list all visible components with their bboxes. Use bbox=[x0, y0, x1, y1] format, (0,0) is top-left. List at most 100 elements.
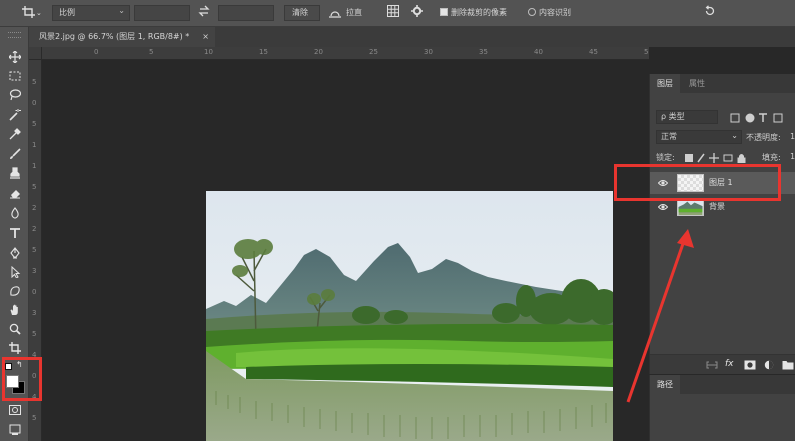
document-tab-bar: 风景2.jpg @ 66.7% (图层 1, RGB/8#) * × bbox=[29, 27, 795, 47]
delete-cropped-checkbox[interactable] bbox=[440, 8, 448, 16]
clear-button[interactable]: 清除 bbox=[284, 5, 320, 21]
straighten-button[interactable]: 拉直 bbox=[328, 5, 372, 21]
layer-filter-label: ρ 类型 bbox=[661, 112, 685, 121]
ruler-tick-label: 45 bbox=[589, 48, 598, 56]
paths-panel: 路径 bbox=[649, 375, 795, 441]
ruler-tick-label: 5 bbox=[32, 183, 37, 191]
toolbar-grip[interactable] bbox=[8, 32, 21, 38]
magic-wand-tool[interactable] bbox=[7, 107, 23, 123]
opacity-value[interactable]: 1 bbox=[790, 132, 795, 141]
blend-mode-select[interactable]: 正常 ⌄ bbox=[656, 130, 742, 144]
link-icon[interactable] bbox=[706, 361, 718, 369]
close-icon[interactable]: × bbox=[202, 27, 209, 47]
landscape-photo[interactable] bbox=[206, 191, 613, 441]
hand-icon bbox=[10, 304, 18, 315]
lock-all-icon[interactable] bbox=[737, 154, 746, 164]
lock-label: 锁定: bbox=[656, 153, 675, 162]
quick-mask-icon bbox=[9, 405, 21, 415]
filter-icons bbox=[730, 112, 795, 124]
folder-icon[interactable] bbox=[782, 360, 794, 370]
swap-ratio-button[interactable] bbox=[195, 5, 213, 21]
tab-layers[interactable]: 图层 bbox=[650, 74, 680, 93]
ruler-tick-label: 0 bbox=[94, 48, 99, 56]
shape-icon bbox=[10, 286, 20, 296]
hand-tool[interactable] bbox=[7, 302, 23, 318]
ratio-width-field[interactable] bbox=[134, 5, 190, 21]
screen-mode-button[interactable] bbox=[7, 422, 23, 438]
blur-tool[interactable] bbox=[7, 205, 23, 221]
visibility-eye-icon[interactable] bbox=[658, 202, 668, 212]
ruler-tick-label: 5 bbox=[32, 120, 37, 128]
move-icon bbox=[9, 51, 21, 63]
document-tab-title: 风景2.jpg @ 66.7% (图层 1, RGB/8#) * bbox=[39, 32, 190, 41]
eraser-tool[interactable] bbox=[7, 185, 23, 201]
type-filter-icon[interactable] bbox=[759, 113, 767, 122]
crop-tool[interactable] bbox=[7, 340, 23, 356]
tab-properties[interactable]: 属性 bbox=[682, 74, 712, 93]
ratio-select[interactable]: 比例 ⌄ bbox=[52, 5, 130, 21]
layer-filter-select[interactable]: ρ 类型 bbox=[656, 110, 718, 124]
lock-pixels-icon[interactable] bbox=[697, 153, 705, 163]
adjustment-icon[interactable] bbox=[764, 360, 774, 370]
ruler-tick-label: 1 bbox=[32, 162, 37, 170]
zoom-tool[interactable] bbox=[7, 321, 23, 337]
content-aware-checkbox[interactable] bbox=[528, 8, 536, 16]
lasso-tool[interactable] bbox=[7, 87, 23, 103]
reset-button[interactable] bbox=[702, 5, 718, 21]
marquee-tool[interactable] bbox=[7, 68, 23, 84]
zoom-icon bbox=[9, 323, 21, 335]
clone-stamp-tool[interactable] bbox=[7, 165, 23, 181]
lasso-icon bbox=[9, 89, 21, 101]
content-aware-label: 内容识别 bbox=[539, 8, 571, 17]
lock-artboard-icon[interactable] bbox=[723, 154, 733, 162]
move-tool[interactable] bbox=[7, 49, 23, 65]
ruler-tick-label: 10 bbox=[204, 48, 213, 56]
overlay-options-button[interactable] bbox=[385, 5, 401, 21]
mask-icon[interactable] bbox=[744, 360, 756, 370]
layers-panel-footer: fx bbox=[650, 354, 795, 374]
delete-cropped-label: 删除裁剪的像素 bbox=[451, 8, 507, 17]
lock-transparent-icon[interactable] bbox=[685, 154, 693, 162]
paths-tab-strip: 路径 bbox=[650, 375, 795, 394]
quick-mask-button[interactable] bbox=[7, 403, 23, 419]
path-selection-tool[interactable] bbox=[7, 264, 23, 280]
brush-icon bbox=[10, 148, 21, 159]
pen-icon bbox=[10, 247, 20, 259]
pen-tool[interactable] bbox=[7, 245, 23, 261]
type-icon bbox=[10, 228, 20, 238]
layers-panel-tabs: 图层 属性 bbox=[650, 74, 795, 93]
ruler-tick-label: 15 bbox=[259, 48, 268, 56]
ruler-tick-label: 25 bbox=[369, 48, 378, 56]
crop-settings-button[interactable] bbox=[409, 5, 425, 21]
pixel-filter-icon[interactable] bbox=[730, 113, 740, 123]
ruler-tick-label: 20 bbox=[314, 48, 323, 56]
chevron-down-icon: ⌄ bbox=[118, 6, 125, 15]
opacity-label: 不透明度: bbox=[746, 133, 781, 142]
eyedropper-tool[interactable] bbox=[7, 126, 23, 142]
ruler-tick-label: 5 bbox=[149, 48, 154, 56]
content-aware-option[interactable]: 内容识别 bbox=[528, 5, 571, 21]
lock-position-icon[interactable] bbox=[709, 153, 719, 163]
adjustment-filter-icon[interactable] bbox=[745, 113, 755, 123]
ruler-tick-label: 5 bbox=[32, 414, 37, 422]
stamp-icon bbox=[10, 167, 20, 179]
custom-shape-tool[interactable] bbox=[7, 283, 23, 299]
type-tool[interactable] bbox=[7, 225, 23, 241]
crop-tool-preset-picker[interactable]: ⌄ bbox=[14, 5, 44, 21]
shape-filter-icon[interactable] bbox=[773, 113, 783, 123]
layers-panel: 图层 属性 ρ 类型 正常 ⌄ 不透明度: 1 锁定: 填充: 1 图层 1 背… bbox=[649, 74, 795, 374]
horizontal-ruler: 0510152025303540455055 bbox=[29, 47, 649, 60]
eyedropper-icon bbox=[9, 128, 21, 140]
brush-tool[interactable] bbox=[7, 146, 23, 162]
ruler-tick-label: 35 bbox=[479, 48, 488, 56]
ratio-height-field[interactable] bbox=[218, 5, 274, 21]
document-tab[interactable]: 风景2.jpg @ 66.7% (图层 1, RGB/8#) * × bbox=[29, 27, 215, 47]
fill-value[interactable]: 1 bbox=[790, 152, 795, 161]
tab-paths[interactable]: 路径 bbox=[650, 375, 680, 394]
highlight-layer1-row bbox=[614, 164, 781, 201]
fx-icon[interactable]: fx bbox=[725, 359, 734, 369]
delete-cropped-pixels-option[interactable]: 删除裁剪的像素 bbox=[440, 5, 507, 21]
ruler-tick-label: 5 bbox=[32, 78, 37, 86]
lock-icons[interactable] bbox=[684, 153, 748, 163]
ruler-tick-label: 3 bbox=[32, 309, 37, 317]
